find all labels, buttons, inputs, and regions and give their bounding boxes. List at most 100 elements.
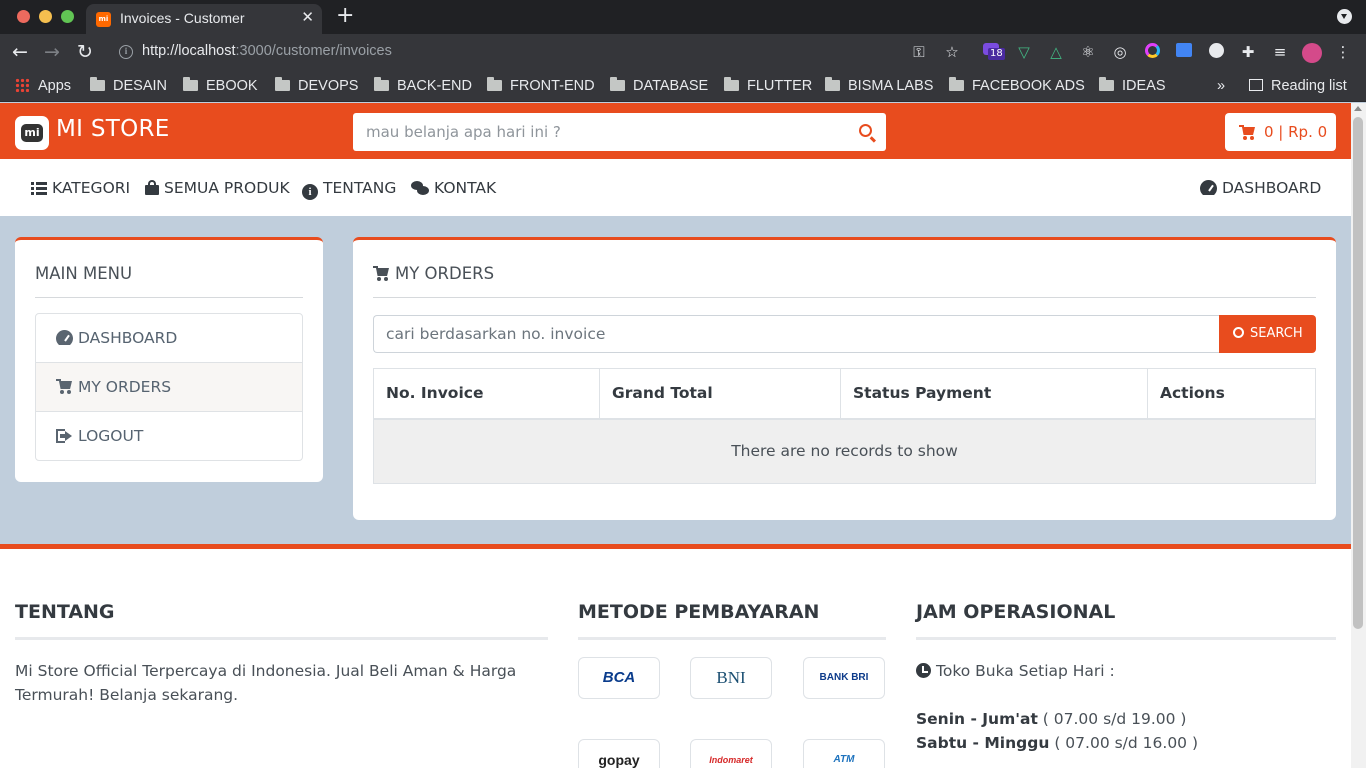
column-header-invoice[interactable]: No. Invoice	[373, 368, 600, 420]
extensions-puzzle-icon[interactable]: ✚	[1239, 43, 1257, 61]
main-menu-title: MAIN MENU	[35, 264, 133, 283]
browser-tab[interactable]: mi Invoices - Customer ✕	[86, 4, 322, 34]
bookmark-folder[interactable]: BISMA LABS	[825, 76, 933, 96]
nav-semua-produk[interactable]: SEMUA PRODUK	[145, 179, 290, 197]
nuxt-icon[interactable]: △	[1047, 43, 1065, 61]
new-tab-icon[interactable]: +	[336, 3, 354, 28]
nav-kategori[interactable]: KATEGORI	[31, 179, 130, 197]
hours-intro-text: Toko Buka Setiap Hari :	[936, 662, 1115, 680]
bookmark-folder[interactable]: EBOOK	[183, 76, 258, 96]
list-icon	[31, 182, 47, 195]
search-icon[interactable]	[859, 124, 872, 137]
table-row: There are no records to show	[373, 418, 1316, 484]
back-arrow-icon[interactable]: ←	[12, 40, 28, 64]
menu-item-my-orders[interactable]: MY ORDERS	[36, 363, 302, 412]
footer-tentang-title: TENTANG	[15, 601, 115, 623]
bookmarks-overflow-icon[interactable]: »	[1217, 76, 1225, 96]
folder-icon	[90, 77, 105, 91]
footer-payment-title: METODE PEMBAYARAN	[578, 601, 820, 623]
footer-hours-title: JAM OPERASIONAL	[916, 601, 1116, 623]
json-viewer-icon[interactable]	[1207, 43, 1225, 61]
column-header-status-payment[interactable]: Status Payment	[840, 368, 1148, 420]
tab-search-icon[interactable]	[1337, 9, 1352, 24]
invoice-search-input[interactable]	[373, 315, 1220, 353]
chrome-menu-icon[interactable]: ⋮	[1334, 43, 1352, 61]
google-translate-icon[interactable]	[1175, 43, 1193, 61]
bookmark-folder[interactable]: IDEAS	[1099, 76, 1166, 96]
bookmark-folder[interactable]: DEVOPS	[275, 76, 358, 96]
vue-devtools-icon[interactable]: ▽	[1015, 43, 1033, 61]
target-icon[interactable]: ◎	[1111, 43, 1129, 61]
bookmark-label: BACK-END	[397, 78, 472, 94]
star-icon[interactable]: ☆	[943, 43, 961, 61]
extension-badge-icon[interactable]: 18	[983, 43, 1005, 61]
bookmark-folder[interactable]: FLUTTER	[724, 76, 812, 96]
site-info-icon[interactable]: i	[119, 45, 133, 59]
column-header-grand-total[interactable]: Grand Total	[599, 368, 841, 420]
divider	[15, 637, 548, 640]
color-picker-icon[interactable]	[1143, 43, 1161, 61]
search-button[interactable]: SEARCH	[1219, 315, 1316, 353]
hours-intro: Toko Buka Setiap Hari :	[916, 659, 1115, 683]
bookmark-label: BISMA LABS	[848, 78, 934, 94]
scrollbar-thumb[interactable]	[1353, 117, 1363, 629]
folder-icon	[825, 77, 840, 91]
maximize-window-button[interactable]	[61, 10, 74, 23]
page-scrollbar[interactable]	[1351, 103, 1366, 768]
reading-list-button[interactable]: Reading list	[1249, 76, 1347, 96]
product-search-input[interactable]	[353, 113, 843, 151]
menu-item-dashboard[interactable]: DASHBOARD	[36, 314, 302, 363]
mi-logo[interactable]: mi	[15, 116, 49, 150]
brand-name[interactable]: MI STORE	[56, 116, 170, 142]
url-path: :3000/customer/invoices	[235, 43, 392, 59]
nav-tentang[interactable]: i TENTANG	[302, 179, 396, 200]
url-text[interactable]: http://localhost:3000/customer/invoices	[142, 43, 392, 59]
react-devtools-icon[interactable]: ⚛	[1079, 43, 1097, 61]
nav-label: SEMUA PRODUK	[164, 179, 290, 197]
main-menu-list: DASHBOARD MY ORDERS LOGOUT	[35, 313, 303, 461]
divider	[578, 637, 886, 640]
tab-close-icon[interactable]: ✕	[301, 8, 314, 26]
minimize-window-button[interactable]	[39, 10, 52, 23]
cart-summary: 0 | Rp. 0	[1264, 123, 1328, 141]
address-bar[interactable]: i http://localhost:3000/customer/invoice…	[108, 37, 968, 67]
nav-kontak[interactable]: KONTAK	[411, 179, 496, 197]
key-icon[interactable]: ⚿	[910, 43, 928, 61]
nav-dashboard[interactable]: DASHBOARD	[1200, 179, 1321, 197]
bookmark-folder[interactable]: BACK-END	[374, 76, 472, 96]
profile-avatar[interactable]	[1302, 43, 1322, 63]
divider	[373, 297, 1316, 298]
bookmark-folder[interactable]: FACEBOOK ADS	[949, 76, 1085, 96]
menu-item-logout[interactable]: LOGOUT	[36, 412, 302, 461]
bookmark-label: DESAIN	[113, 78, 167, 94]
cart-button[interactable]: 0 | Rp. 0	[1225, 113, 1336, 151]
payment-logo-bca: BCA	[578, 657, 660, 699]
close-window-button[interactable]	[17, 10, 30, 23]
mi-logo-mark: mi	[21, 124, 43, 142]
bookmark-label: EBOOK	[206, 78, 258, 94]
column-header-actions[interactable]: Actions	[1147, 368, 1316, 420]
menu-item-label: MY ORDERS	[78, 378, 172, 396]
gauge-icon	[56, 330, 73, 345]
hours-days: Senin - Jum'at	[916, 710, 1038, 728]
reload-icon[interactable]: ↻	[77, 40, 93, 64]
cart-icon	[56, 379, 73, 394]
forward-arrow-icon[interactable]: →	[44, 40, 60, 64]
apps-grid-icon	[15, 78, 29, 92]
orders-table: No. Invoice Grand Total Status Payment A…	[373, 368, 1316, 484]
bookmark-folder[interactable]: DATABASE	[610, 76, 708, 96]
bookmark-folder[interactable]: FRONT-END	[487, 76, 595, 96]
reading-list-label: Reading list	[1271, 78, 1347, 94]
scroll-up-arrow-icon[interactable]	[1354, 106, 1362, 111]
nav-label: KONTAK	[434, 179, 497, 197]
folder-icon	[183, 77, 198, 91]
bookmark-folder[interactable]: DESAIN	[90, 76, 167, 96]
my-orders-title: MY ORDERS	[373, 264, 494, 283]
folder-icon	[949, 77, 964, 91]
search-button-label: SEARCH	[1250, 326, 1303, 341]
empty-records-message: There are no records to show	[373, 418, 1316, 484]
bookmark-apps[interactable]: Apps	[15, 76, 71, 96]
media-control-icon[interactable]: ≡	[1271, 43, 1289, 61]
tab-title: Invoices - Customer	[120, 10, 245, 26]
payment-logo-bri: BANK BRI	[803, 657, 885, 699]
